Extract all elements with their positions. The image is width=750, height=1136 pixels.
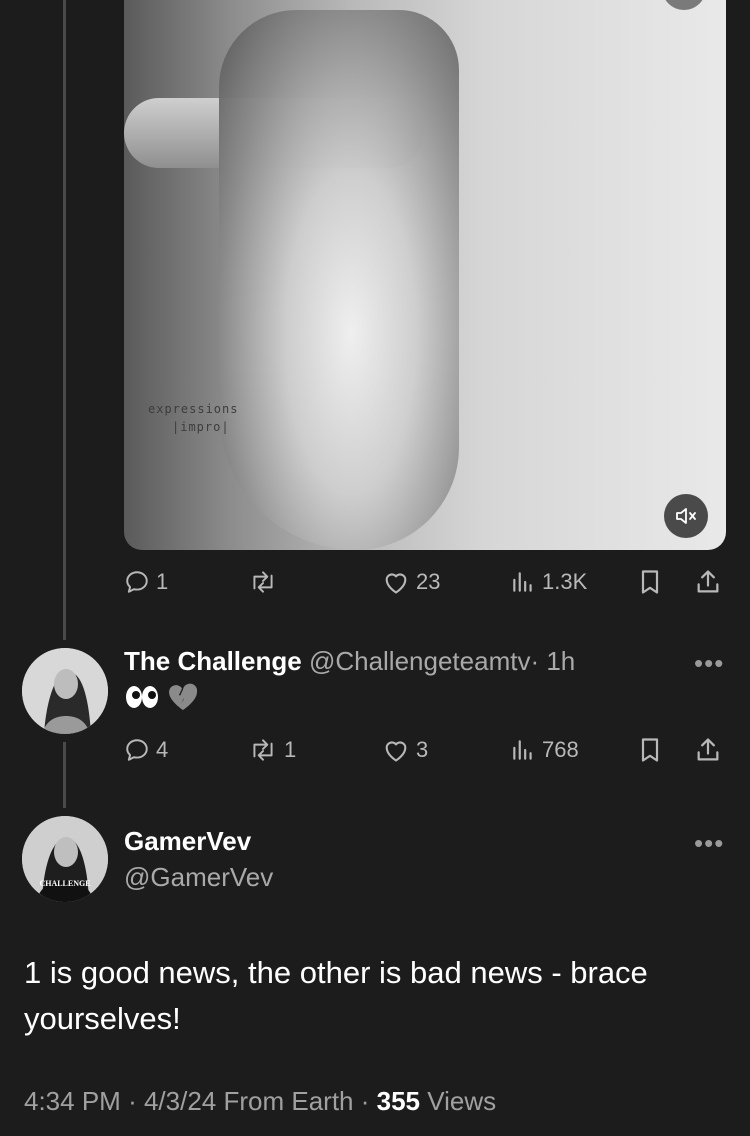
avatar-gamervev[interactable]: CHALLENGE xyxy=(22,816,108,902)
display-name[interactable]: GamerVev xyxy=(124,826,251,856)
post-time: · 1h xyxy=(530,646,576,676)
reply-button[interactable]: 4 xyxy=(124,730,168,770)
repost-icon xyxy=(253,571,273,593)
media-figure-shape xyxy=(219,10,459,550)
user-handle[interactable]: @GamerVev xyxy=(124,862,273,892)
reply-count: 4 xyxy=(156,737,169,762)
views-chart-icon xyxy=(513,572,532,592)
avatar-portrait-image xyxy=(22,648,108,734)
views-count: 768 xyxy=(542,737,579,762)
share-icon xyxy=(697,738,719,761)
tweet1-action-bar: 1 23 1.3K xyxy=(124,562,726,602)
views-button[interactable]: 1.3K xyxy=(510,562,587,602)
reply-icon xyxy=(126,739,148,761)
main-tweet-handle-row: @GamerVev xyxy=(124,862,273,893)
display-name[interactable]: The Challenge xyxy=(124,646,302,676)
main-tweet-more-button[interactable]: ••• xyxy=(694,828,724,859)
share-button[interactable] xyxy=(694,562,722,602)
tweet-metadata: 4:34 PM · 4/3/24 From Earth · 355 Views xyxy=(24,1086,497,1116)
like-count: 23 xyxy=(416,569,441,594)
avatar-shirt-text: CHALLENGE xyxy=(39,879,90,888)
avatar-portrait-image: CHALLENGE xyxy=(22,816,108,902)
video-watermark: expressions |impro| xyxy=(148,402,239,434)
bookmark-button[interactable] xyxy=(638,730,662,770)
broken-heart-emoji xyxy=(169,683,198,710)
reply-icon xyxy=(126,571,148,593)
heart-icon xyxy=(385,741,407,762)
bookmark-icon xyxy=(641,738,659,762)
bookmark-button[interactable] xyxy=(638,562,662,602)
repost-icon xyxy=(253,739,273,761)
avatar-the-challenge[interactable] xyxy=(22,648,108,734)
tweet-views-label: Views xyxy=(427,1086,497,1116)
bookmark-icon xyxy=(641,570,659,594)
views-button[interactable]: 768 xyxy=(510,730,579,770)
speaker-muted-icon xyxy=(676,508,696,524)
repost-count: 1 xyxy=(284,737,297,762)
mute-button[interactable] xyxy=(664,494,708,538)
reply-more-button[interactable]: ••• xyxy=(694,648,724,679)
share-icon xyxy=(697,570,719,593)
tweet-time: 4:34 PM xyxy=(24,1086,121,1116)
tweet-text: 1 is good news, the other is bad news - … xyxy=(24,955,648,1036)
user-handle[interactable]: @Challengeteamtv xyxy=(309,646,531,676)
tweet-date: 4/3/24 xyxy=(143,1086,217,1116)
like-button[interactable]: 23 xyxy=(382,562,440,602)
repost-button[interactable] xyxy=(248,562,284,602)
views-chart-icon xyxy=(513,740,532,760)
thread-line-middle xyxy=(63,742,66,808)
main-tweet-name: GamerVev xyxy=(124,826,251,857)
thread-line-top xyxy=(63,0,66,640)
video-media[interactable]: expressions |impro| xyxy=(124,0,726,550)
reply-body xyxy=(124,682,200,712)
tweet-views-count[interactable]: 355 xyxy=(377,1086,420,1116)
reply-count: 1 xyxy=(156,569,169,594)
reply-button[interactable]: 1 xyxy=(124,562,168,602)
reply-action-bar: 4 1 3 768 xyxy=(124,730,726,770)
like-button[interactable]: 3 xyxy=(382,730,428,770)
reply-header: The Challenge @Challengeteamtv· 1h xyxy=(124,646,575,677)
repost-button[interactable]: 1 xyxy=(248,730,296,770)
like-count: 3 xyxy=(416,737,429,762)
tweet-source: From Earth xyxy=(223,1086,354,1116)
eyes-emoji xyxy=(126,686,158,708)
heart-icon xyxy=(385,573,407,594)
views-count: 1.3K xyxy=(542,569,588,594)
share-button[interactable] xyxy=(694,730,722,770)
media-more-button[interactable] xyxy=(662,0,706,10)
